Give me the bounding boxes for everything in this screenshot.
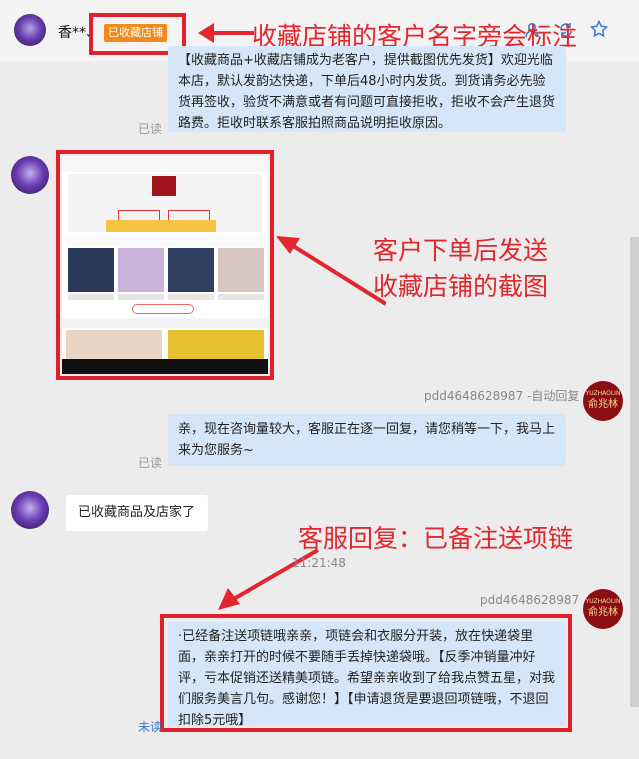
seller-logo-cn: 俞兆林	[588, 607, 618, 618]
screenshot-status-bar	[62, 156, 268, 172]
screenshot-image[interactable]	[62, 156, 268, 374]
message-bubble-auto-reply: 亲，现在咨询量较大，客服正在逐一回复，请您稍等一下，我马上来为您服务~	[168, 414, 566, 466]
customer-avatar[interactable]	[11, 156, 49, 194]
star-icon[interactable]	[589, 19, 609, 38]
message-bubble-welcome: 【收藏商品+收藏店铺成为老客户，提供截图优先发货】欢迎光临本店，默认发韵达快递，…	[168, 46, 566, 132]
seller-logo-cn: 俞兆林	[588, 399, 618, 410]
screenshot-caption	[218, 294, 264, 300]
screenshot-nav-bar	[62, 359, 268, 374]
screenshot-product	[118, 248, 164, 292]
seller-avatar[interactable]: YUZHAOLIN 俞兆林	[583, 381, 623, 421]
screenshot-all-products-button	[132, 304, 194, 314]
sender-label: pdd4648628987	[480, 593, 580, 607]
seller-avatar[interactable]: YUZHAOLIN 俞兆林	[583, 589, 623, 629]
message-bubble-necklace-reply: ·已经备注送项链哦亲亲，项链会和衣服分开装，放在快递袋里面，亲亲打开的时候不要随…	[168, 622, 566, 728]
screenshot-section-title	[66, 236, 264, 246]
unread-status: 未读	[138, 720, 163, 734]
annotation-arrow-1	[196, 18, 254, 48]
annotation-reply-note: 客服回复：已备注送项链	[298, 524, 574, 553]
message-bubble-favorited: 已收藏商品及店家了	[66, 495, 208, 531]
screenshot-tabs	[62, 318, 268, 328]
customer-avatar[interactable]	[14, 14, 46, 46]
seller-logo-en: YUZHAOLIN	[585, 390, 621, 397]
seller-logo-en: YUZHAOLIN	[585, 598, 621, 605]
sender-label: pdd4648628987 -自动回复	[424, 389, 580, 403]
screenshot-caption	[68, 294, 114, 300]
annotation-screenshot-note-1: 客户下单后发送	[373, 236, 549, 265]
annotation-screenshot-note-2: 收藏店铺的截图	[373, 272, 549, 301]
favorite-store-badge: 已收藏店铺	[104, 24, 167, 42]
read-status: 已读	[138, 456, 163, 470]
screenshot-store-logo	[152, 176, 176, 196]
annotation-arrow-2	[274, 234, 388, 306]
screenshot-product	[218, 248, 264, 292]
read-status: 已读	[138, 122, 163, 136]
screenshot-caption	[168, 294, 214, 300]
screenshot-product	[68, 248, 114, 292]
screenshot-coupon	[106, 220, 216, 232]
screenshot-caption	[118, 294, 164, 300]
customer-avatar[interactable]	[11, 491, 49, 529]
screenshot-product	[168, 248, 214, 292]
message-time: 11:21:48	[292, 556, 346, 570]
scrollbar[interactable]	[630, 237, 639, 707]
